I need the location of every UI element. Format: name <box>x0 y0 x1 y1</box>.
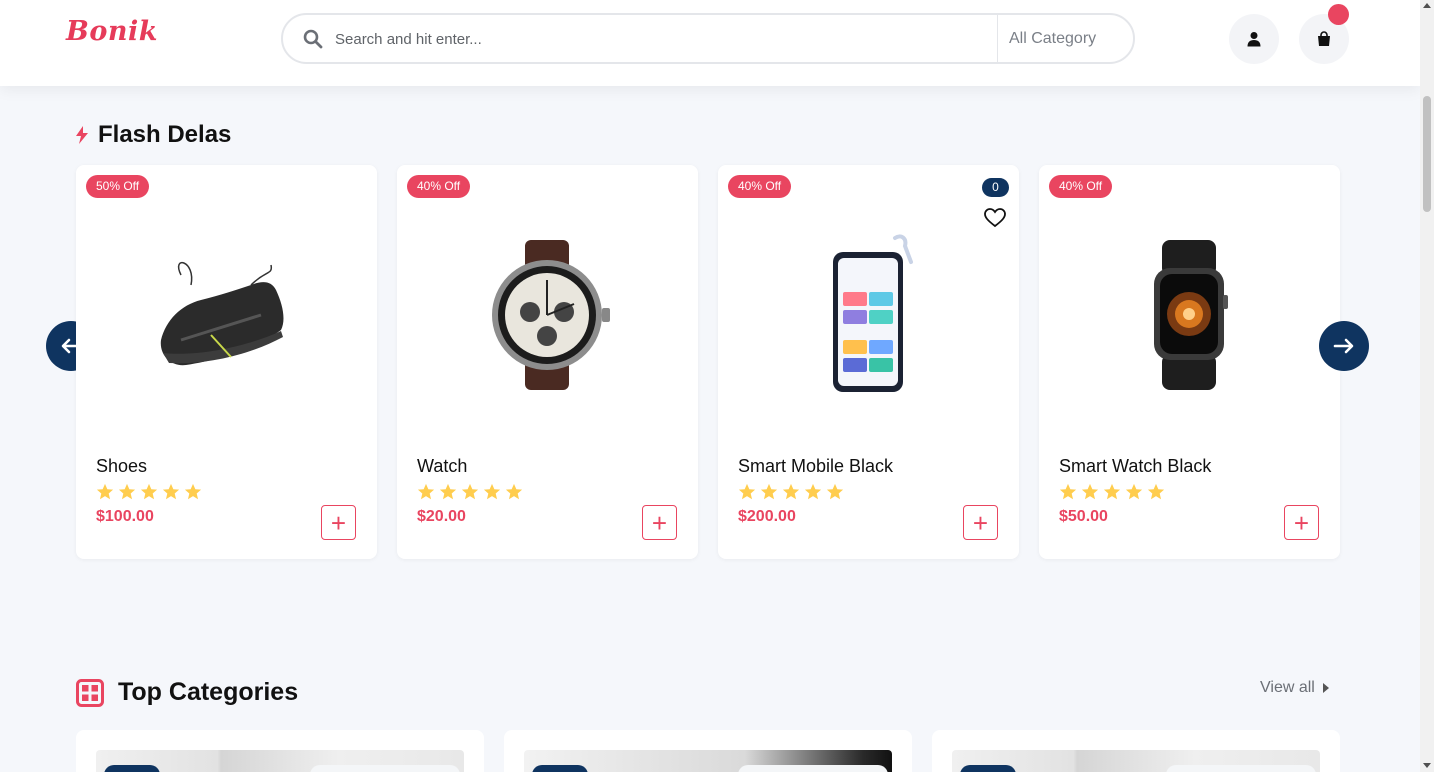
product-image-smartwatch[interactable] <box>1099 225 1279 405</box>
product-name[interactable]: Watch <box>417 456 467 477</box>
category-card[interactable] <box>932 730 1340 772</box>
smartwatch-image <box>1154 240 1228 390</box>
heart-icon[interactable] <box>984 208 1006 228</box>
star-icon <box>760 483 778 500</box>
discount-badge: 40% Off <box>1049 175 1113 198</box>
cart-count-badge <box>1328 4 1349 25</box>
plus-icon: + <box>651 507 668 538</box>
scroll-up-arrow[interactable] <box>1423 3 1431 8</box>
rating-stars <box>1059 483 1165 501</box>
shopping-bag-icon <box>1318 31 1330 46</box>
product-image-phone[interactable] <box>778 225 958 405</box>
star-icon <box>118 483 136 500</box>
star-icon <box>505 483 523 500</box>
scroll-down-arrow[interactable] <box>1423 763 1431 768</box>
search-icon[interactable] <box>303 29 323 49</box>
discount-badge: 50% Off <box>86 175 150 198</box>
star-icon <box>1147 483 1165 500</box>
product-name[interactable]: Smart Mobile Black <box>738 456 893 477</box>
star-icon <box>483 483 501 500</box>
discount-badge: 40% Off <box>407 175 471 198</box>
logo[interactable]: Bonik <box>66 16 158 47</box>
star-icon <box>1059 483 1077 500</box>
category-chip <box>310 765 460 772</box>
category-card[interactable] <box>504 730 912 772</box>
star-icon <box>804 483 822 500</box>
category-chip <box>532 765 588 772</box>
rating-stars <box>417 483 523 501</box>
category-image[interactable] <box>524 750 892 772</box>
category-chip <box>960 765 1016 772</box>
phone-image <box>833 234 913 392</box>
star-icon <box>738 483 756 500</box>
rating-stars <box>738 483 844 501</box>
star-icon <box>184 483 202 500</box>
star-icon <box>461 483 479 500</box>
star-icon <box>96 483 114 500</box>
star-icon <box>162 483 180 500</box>
count-badge: 0 <box>982 178 1009 197</box>
rating-stars <box>96 483 202 501</box>
category-grid-icon <box>76 678 104 707</box>
category-image[interactable] <box>952 750 1320 772</box>
product-name[interactable]: Smart Watch Black <box>1059 456 1211 477</box>
account-button[interactable] <box>1229 14 1279 64</box>
product-price: $200.00 <box>738 508 796 525</box>
caret-right-icon <box>1322 683 1329 693</box>
scroll-thumb[interactable] <box>1423 96 1431 212</box>
sneaker-image <box>160 261 284 366</box>
plus-icon: + <box>972 507 989 538</box>
carousel-next-button[interactable] <box>1319 321 1369 371</box>
star-icon <box>140 483 158 500</box>
top-categories-title: Top Categories <box>118 678 299 706</box>
lightning-icon <box>76 126 88 144</box>
product-image-sneaker[interactable] <box>136 225 316 405</box>
site-header: Bonik All Category <box>0 0 1420 86</box>
product-price: $50.00 <box>1059 508 1108 525</box>
product-image-watch[interactable] <box>457 225 637 405</box>
star-icon <box>1081 483 1099 500</box>
star-icon <box>1103 483 1121 500</box>
category-image[interactable] <box>96 750 464 772</box>
product-card[interactable]: 40% Off Smart Watch Black $50.00 + <box>1039 165 1340 559</box>
plus-icon: + <box>1293 507 1310 538</box>
star-icon <box>1125 483 1143 500</box>
product-price: $100.00 <box>96 508 154 525</box>
star-icon <box>826 483 844 500</box>
product-price: $20.00 <box>417 508 466 525</box>
category-select[interactable]: All Category <box>997 15 1135 62</box>
watch-image <box>492 240 610 390</box>
category-chip <box>1166 765 1316 772</box>
view-all-label: View all <box>1260 679 1315 696</box>
star-icon <box>417 483 435 500</box>
top-categories-heading: Top Categories <box>76 678 298 707</box>
product-name[interactable]: Shoes <box>96 456 147 477</box>
flash-deals-title: Flash Delas <box>98 121 232 148</box>
category-chip <box>738 765 888 772</box>
add-to-cart-button[interactable]: + <box>963 505 998 540</box>
search-bar: All Category <box>281 13 1135 64</box>
category-chip <box>104 765 160 772</box>
product-card[interactable]: 40% Off Watch $20.00 + <box>397 165 698 559</box>
plus-icon: + <box>330 507 347 538</box>
view-all-link[interactable]: View all <box>1260 679 1329 697</box>
star-icon <box>439 483 457 500</box>
product-card[interactable]: 50% Off Shoes $100.00 + <box>76 165 377 559</box>
user-icon <box>1247 32 1261 47</box>
add-to-cart-button[interactable]: + <box>321 505 356 540</box>
product-card[interactable]: 40% Off 0 Smart Mobile Black $200.00 + <box>718 165 1019 559</box>
add-to-cart-button[interactable]: + <box>642 505 677 540</box>
page-scrollbar[interactable] <box>1420 0 1434 772</box>
star-icon <box>782 483 800 500</box>
search-input[interactable] <box>335 27 985 51</box>
discount-badge: 40% Off <box>728 175 792 198</box>
flash-deals-heading: Flash Delas <box>75 121 231 149</box>
category-card[interactable] <box>76 730 484 772</box>
add-to-cart-button[interactable]: + <box>1284 505 1319 540</box>
arrow-right-icon <box>1333 338 1354 354</box>
